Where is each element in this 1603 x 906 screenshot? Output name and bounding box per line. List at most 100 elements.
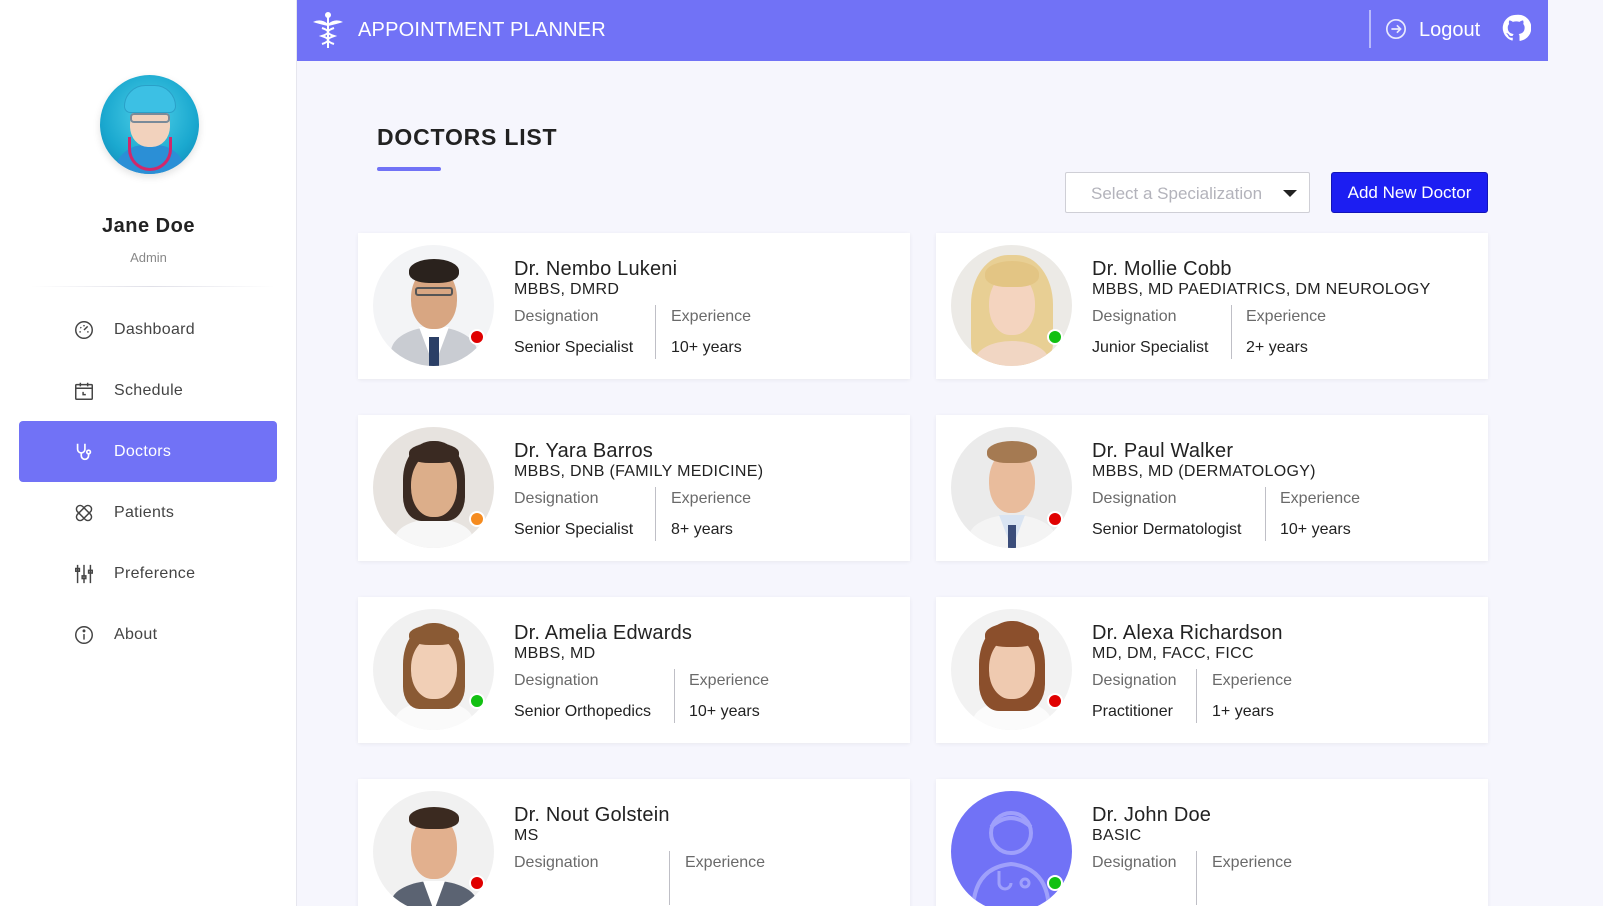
doctor-photo <box>373 427 494 548</box>
column-divider <box>1265 487 1266 541</box>
doctor-designation: Practitioner <box>1092 703 1173 720</box>
doctor-experience: 10+ years <box>671 339 742 356</box>
doctor-qualification: MBBS, MD PAEDIATRICS, DM NEUROLOGY <box>1092 281 1431 298</box>
doctor-experience: 1+ years <box>1212 703 1274 720</box>
status-indicator-available <box>1047 875 1063 891</box>
column-divider <box>1196 851 1197 905</box>
status-indicator-unavailable <box>469 875 485 891</box>
doctor-name: Dr. Nembo Lukeni <box>514 258 678 280</box>
doctor-qualification: MBBS, MD (DERMATOLOGY) <box>1092 463 1316 480</box>
stethoscope-icon <box>76 443 92 461</box>
column-divider <box>1196 669 1197 723</box>
status-indicator-available <box>1047 329 1063 345</box>
doctor-photo <box>373 245 494 366</box>
doctor-card[interactable]: Dr. Yara Barros MBBS, DNB (FAMILY MEDICI… <box>358 415 910 561</box>
sidebar-item-label: Preference <box>114 564 196 582</box>
sidebar-item-label: Doctors <box>114 442 172 460</box>
page-title: DOCTORS LIST <box>377 124 558 150</box>
sidebar-item-about[interactable]: About <box>19 604 277 665</box>
app-title: APPOINTMENT PLANNER <box>358 19 606 41</box>
doctor-experience: 8+ years <box>671 521 733 538</box>
doctor-qualification: BASIC <box>1092 827 1142 844</box>
sidebar-item-label: Patients <box>114 503 175 521</box>
topbar-divider <box>1369 10 1371 48</box>
sidebar-item-label: Dashboard <box>114 320 195 338</box>
specialization-select[interactable]: Select a Specialization <box>1065 172 1310 213</box>
doctor-photo <box>951 609 1072 730</box>
top-bar: APPOINTMENT PLANNER Logout <box>297 0 1548 61</box>
github-icon[interactable] <box>1501 13 1531 43</box>
chevron-down-icon <box>1283 190 1297 197</box>
add-new-doctor-button[interactable]: Add New Doctor <box>1331 172 1488 213</box>
designation-header: Designation <box>514 672 599 689</box>
doctor-card[interactable]: Dr. Nembo Lukeni MBBS, DMRD Designation … <box>358 233 910 379</box>
status-indicator-unavailable <box>469 329 485 345</box>
doctor-experience: 10+ years <box>689 703 760 720</box>
sidebar-item-schedule[interactable]: Schedule <box>19 360 277 421</box>
doctor-name: Dr. Paul Walker <box>1092 440 1234 462</box>
designation-header: Designation <box>514 854 599 871</box>
doctor-qualification: MBBS, DMRD <box>514 281 620 298</box>
doctor-qualification: MBBS, DNB (FAMILY MEDICINE) <box>514 463 764 480</box>
specialization-select-placeholder: Select a Specialization <box>1091 184 1263 203</box>
user-name: Jane Doe <box>102 215 195 237</box>
doctor-name: Dr. Mollie Cobb <box>1092 258 1232 280</box>
user-avatar <box>100 75 199 174</box>
doctor-qualification: MD, DM, FACC, FICC <box>1092 645 1254 662</box>
sidebar-item-doctors[interactable]: Doctors <box>19 421 277 482</box>
column-divider <box>669 851 670 905</box>
caduceus-icon <box>313 12 343 48</box>
sidebar-item-preference[interactable]: Preference <box>19 543 277 604</box>
doctor-card[interactable]: Dr. Mollie Cobb MBBS, MD PAEDIATRICS, DM… <box>936 233 1488 379</box>
designation-header: Designation <box>514 490 599 507</box>
sidebar-item-label: About <box>114 625 158 643</box>
experience-header: Experience <box>1212 854 1293 871</box>
designation-header: Designation <box>1092 308 1177 325</box>
calendar-icon <box>75 382 93 400</box>
doctor-designation: Senior Orthopedics <box>514 703 651 720</box>
sidebar-item-patients[interactable]: Patients <box>19 482 277 543</box>
doctor-photo <box>951 245 1072 366</box>
doctor-designation: Senior Specialist <box>514 339 634 356</box>
dashboard-gauge-icon <box>75 321 93 339</box>
doctor-card[interactable]: Dr. Alexa Richardson MD, DM, FACC, FICC … <box>936 597 1488 743</box>
column-divider <box>674 669 675 723</box>
sidebar-item-dashboard[interactable]: Dashboard <box>19 299 277 360</box>
experience-header: Experience <box>1280 490 1361 507</box>
status-indicator-unavailable <box>1047 511 1063 527</box>
bandage-icon <box>75 504 93 522</box>
doctor-photo <box>951 427 1072 548</box>
designation-header: Designation <box>514 308 599 325</box>
doctor-designation: Senior Specialist <box>514 521 634 538</box>
info-icon <box>75 626 93 644</box>
doctor-card[interactable]: Dr. John Doe BASIC Designation Experienc… <box>936 779 1488 906</box>
sidebar-divider <box>30 286 275 287</box>
doctor-card[interactable]: Dr. Paul Walker MBBS, MD (DERMATOLOGY) D… <box>936 415 1488 561</box>
experience-header: Experience <box>671 490 752 507</box>
doctor-name: Dr. Yara Barros <box>514 440 653 462</box>
experience-header: Experience <box>685 854 766 871</box>
column-divider <box>655 305 656 359</box>
doctor-card[interactable]: Dr. Nout Golstein MS Designation Experie… <box>358 779 910 906</box>
doctor-experience: 2+ years <box>1246 339 1308 356</box>
experience-header: Experience <box>1212 672 1293 689</box>
doctor-qualification: MBBS, MD <box>514 645 596 662</box>
status-indicator-busy <box>469 511 485 527</box>
sidebar-nav: Dashboard Schedule Doctors Patients Pref… <box>19 299 277 665</box>
status-indicator-unavailable <box>1047 693 1063 709</box>
logout-button[interactable]: Logout <box>1419 19 1480 42</box>
experience-header: Experience <box>689 672 770 689</box>
doctor-name: Dr. Alexa Richardson <box>1092 622 1283 644</box>
doctor-card[interactable]: Dr. Amelia Edwards MBBS, MD Designation … <box>358 597 910 743</box>
designation-header: Designation <box>1092 490 1177 507</box>
doctor-photo <box>373 609 494 730</box>
sidebar: Jane Doe Admin Dashboard Schedule Doctor… <box>0 0 297 906</box>
doctor-qualification: MS <box>514 827 539 844</box>
logout-icon[interactable] <box>1385 18 1407 40</box>
column-divider <box>1231 305 1232 359</box>
doctor-designation: Senior Dermatologist <box>1092 521 1242 538</box>
doctor-experience: 10+ years <box>1280 521 1351 538</box>
sidebar-item-label: Schedule <box>114 381 184 399</box>
doctor-designation: Junior Specialist <box>1092 339 1209 356</box>
doctor-name: Dr. Amelia Edwards <box>514 622 693 644</box>
